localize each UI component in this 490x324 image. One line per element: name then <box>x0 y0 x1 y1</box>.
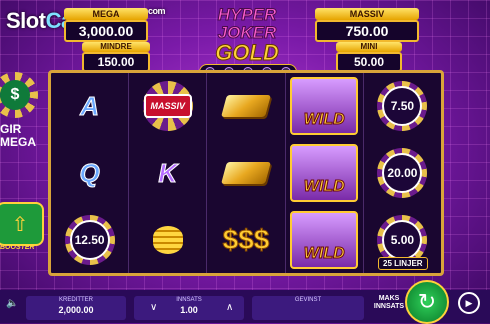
jackpot-mindre-value: 150.00 <box>82 52 150 72</box>
reel-cell: 12.50 <box>51 206 128 273</box>
jackpot-mega: MEGA 3,000.00 <box>64 8 148 42</box>
reel-cell: $$$ <box>207 206 284 273</box>
reel-cell: WILD <box>286 206 363 273</box>
jackpot-mini-value: 50.00 <box>336 52 402 72</box>
reel-cell <box>207 73 284 140</box>
jackpot-massiv: MASSIV 750.00 <box>315 8 419 42</box>
spin-button[interactable]: ↻ <box>405 280 449 324</box>
jackpot-mini: MINI 50.00 <box>336 42 402 72</box>
dollar-symbol: $$$ <box>222 223 270 255</box>
wild-joker-symbol: WILD <box>290 144 359 202</box>
reel-cell: 7.50 <box>364 73 441 140</box>
jackpot-massiv-value: 750.00 <box>315 20 419 42</box>
reel-cell <box>207 140 284 207</box>
booster-button[interactable]: ⇧ <box>0 202 44 246</box>
bet-increase-button[interactable]: ∧ <box>226 302 233 313</box>
arrow-up-icon: ⇧ <box>11 213 29 236</box>
reel-grid: A Q 12.50 MASSIV K $$$ WILD WILD WILD 7.… <box>48 70 444 276</box>
reel-3: $$$ <box>207 73 286 273</box>
game-logo: HYPER JOKER GOLD <box>215 5 280 65</box>
wild-joker-symbol: WILD <box>290 210 359 269</box>
reel-1: A Q 12.50 <box>51 73 130 273</box>
mega-feature-label: GIR MEGA <box>0 122 36 149</box>
spin-icon: ↻ <box>417 289 437 314</box>
reel-cell: WILD <box>286 73 363 140</box>
reel-cell <box>129 206 206 273</box>
gold-coins-symbol <box>152 225 183 254</box>
reel-cell: K <box>129 140 206 207</box>
reel-4: WILD WILD WILD <box>286 73 364 273</box>
reel-cell: A <box>51 73 128 140</box>
bet-decrease-button[interactable]: ∨ <box>150 302 157 313</box>
max-bet-button[interactable]: MAKS INNSATS <box>371 295 407 311</box>
cash-chip-symbol: 7.50 <box>377 81 428 132</box>
reel-5: 7.50 20.00 5.00 <box>364 73 441 273</box>
reel-cell: WILD <box>286 140 363 207</box>
symbol-k: K <box>158 157 178 188</box>
reel-cell: MASSIV <box>129 73 206 140</box>
cash-chip-symbol: 12.50 <box>64 214 115 265</box>
reel-cell: 20.00 <box>364 140 441 207</box>
gold-bar-symbol <box>221 162 271 184</box>
massiv-chip-symbol: MASSIV <box>142 81 193 132</box>
jackpot-mindre-label: MINDRE <box>82 42 150 52</box>
booster-label: BOOSTER <box>0 244 35 251</box>
reel-2: MASSIV K <box>129 73 208 273</box>
symbol-a: A <box>80 90 100 121</box>
autoplay-button[interactable]: ▶ <box>458 292 480 314</box>
credits-display: KREDITTER 2,000.00 <box>26 296 126 320</box>
jackpot-massiv-label: MASSIV <box>315 8 419 20</box>
cash-chip-symbol: 20.00 <box>377 148 428 198</box>
symbol-q: Q <box>79 157 100 188</box>
sound-icon[interactable]: 🔈 <box>6 298 18 309</box>
paylines-badge: 25 LINJER <box>378 257 428 270</box>
gold-bar-symbol <box>221 95 271 118</box>
win-display: GEVINST <box>252 296 364 320</box>
jackpot-mini-label: MINI <box>336 42 402 52</box>
play-icon: ▶ <box>465 297 473 308</box>
wild-joker-symbol: WILD <box>290 77 359 136</box>
jackpot-mega-label: MEGA <box>64 8 148 20</box>
reel-cell: Q <box>51 140 128 207</box>
jackpot-mindre: MINDRE 150.00 <box>82 42 150 72</box>
dollar-icon: $ <box>0 80 30 110</box>
jackpot-mega-value: 3,000.00 <box>64 20 148 42</box>
